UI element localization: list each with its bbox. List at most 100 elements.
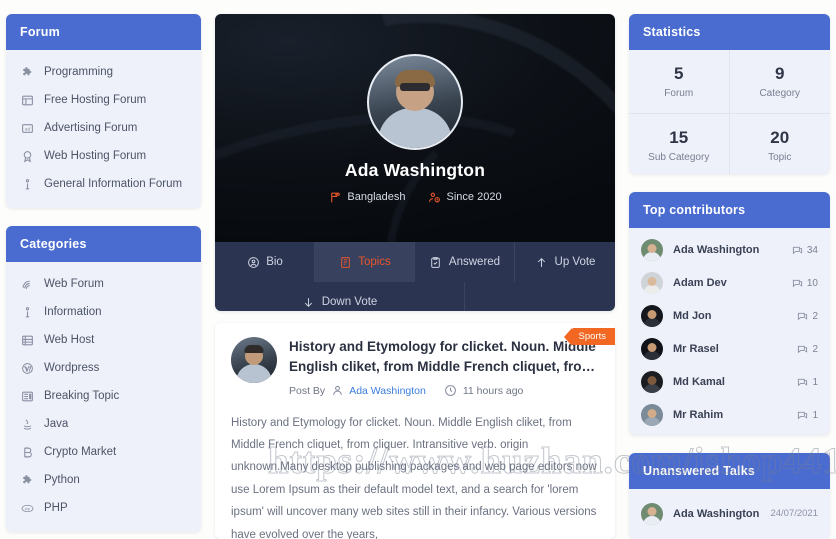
sidebar-item-python[interactable]: Python xyxy=(6,466,201,494)
comment-icon xyxy=(797,344,808,355)
post-body: History and Etymology for clicket. Noun.… xyxy=(231,416,597,539)
sidebar-item-advertising-forum[interactable]: ad Advertising Forum xyxy=(6,114,201,142)
tab-topics[interactable]: Topics xyxy=(315,242,415,282)
arrow-up-icon xyxy=(535,255,549,269)
contributor-count-value: 34 xyxy=(806,244,818,256)
avatar xyxy=(641,404,663,427)
sidebar-item-wordpress[interactable]: Wordpress xyxy=(6,354,201,382)
stat-value: 15 xyxy=(669,128,689,147)
sidebar-item-general-information-forum[interactable]: General Information Forum xyxy=(6,170,201,198)
sidebar-item-label: PHP xyxy=(44,502,68,514)
contributor-name: Md Jon xyxy=(673,310,712,323)
stat-topic: 20 Topic xyxy=(730,114,831,174)
sidebar-item-free-hosting-forum[interactable]: Free Hosting Forum xyxy=(6,86,201,114)
contributor-name: Md Kamal xyxy=(673,376,725,389)
flag-icon xyxy=(328,190,342,204)
list-item[interactable]: Ada Washington 34 xyxy=(629,234,830,267)
forum-panel: Forum Programming Free Hosting Forum ad … xyxy=(6,14,201,208)
profile-since-label: Since 2020 xyxy=(446,191,502,203)
contributor-count-value: 10 xyxy=(806,277,818,289)
contributor-count: 2 xyxy=(797,344,818,355)
contributor-name: Mr Rahim xyxy=(673,409,724,422)
sidebar-item-label: Advertising Forum xyxy=(44,122,138,134)
sidebar-item-php[interactable]: php PHP xyxy=(6,494,201,522)
php-icon: php xyxy=(20,501,34,515)
sidebar-item-crypto-market[interactable]: Crypto Market xyxy=(6,438,201,466)
post-author: Post By Ada Washington xyxy=(289,384,426,398)
sidebar-item-label: Web Forum xyxy=(44,278,104,290)
page-title: Ada Washington xyxy=(344,160,486,180)
tab-down-vote[interactable]: Down Vote xyxy=(215,282,465,312)
unanswered-talks-title: Unanswered Talks xyxy=(629,452,830,489)
post-author-link[interactable]: Ada Washington xyxy=(349,385,426,397)
stat-category: 9 Category xyxy=(729,50,830,114)
contributor-count-value: 1 xyxy=(812,376,818,388)
stat-sub-category: 15 Sub Category xyxy=(629,114,730,174)
contributor-name: Mr Rasel xyxy=(673,343,719,356)
avatar xyxy=(641,371,663,394)
post-header: History and Etymology for clicket. Noun.… xyxy=(231,337,599,397)
left-sidebar: Forum Programming Free Hosting Forum ad … xyxy=(6,14,201,539)
avatar xyxy=(641,338,663,361)
sidebar-item-label: Programming xyxy=(44,66,114,78)
profile-tabs: Bio Topics Answered Up Vote Down Vote xyxy=(215,242,615,312)
sidebar-item-label: Wordpress xyxy=(44,362,100,374)
table-icon xyxy=(20,93,34,107)
news-icon xyxy=(20,389,34,403)
forum-nav-list: Programming Free Hosting Forum ad Advert… xyxy=(6,50,201,208)
tab-up-vote[interactable]: Up Vote xyxy=(515,242,615,282)
tab-label: Topics xyxy=(358,256,391,268)
profile-meta: Bangladesh Since 2020 xyxy=(215,190,615,204)
categories-panel-title: Categories xyxy=(6,226,201,262)
post-meta: Post By Ada Washington 11 hours ago xyxy=(289,384,599,398)
arrow-down-icon xyxy=(302,295,316,309)
list-item[interactable]: Md Kamal 1 xyxy=(629,366,830,399)
avatar xyxy=(367,54,463,150)
stat-value: 9 xyxy=(775,64,785,83)
contributor-count: 10 xyxy=(792,278,818,289)
statistics-panel: Statistics 5 Forum 9 Category 15 Sub Cat… xyxy=(629,14,830,174)
info-icon xyxy=(20,177,34,191)
sidebar-item-web-forum[interactable]: Web Forum xyxy=(6,270,201,298)
sidebar-item-label: Python xyxy=(44,474,80,486)
tab-filler xyxy=(465,282,615,311)
comment-icon xyxy=(797,377,808,388)
java-icon xyxy=(20,417,34,431)
list-item[interactable]: Md Jon 2 xyxy=(629,300,830,333)
tab-answered[interactable]: Answered xyxy=(415,242,515,282)
sidebar-item-label: Crypto Market xyxy=(44,446,117,458)
clipboard-check-icon xyxy=(429,255,443,269)
server-icon xyxy=(20,333,34,347)
sidebar-item-web-host[interactable]: Web Host xyxy=(6,326,201,354)
stat-forum: 5 Forum xyxy=(629,50,730,114)
user-icon xyxy=(330,384,344,398)
right-sidebar: Statistics 5 Forum 9 Category 15 Sub Cat… xyxy=(629,14,830,539)
tab-label: Bio xyxy=(266,256,283,268)
unanswered-talks-panel: Unanswered Talks Ada Washington 24/07/20… xyxy=(629,452,830,539)
sidebar-item-breaking-topic[interactable]: Breaking Topic xyxy=(6,382,201,410)
sidebar-item-programming[interactable]: Programming xyxy=(6,58,201,86)
contributor-count: 34 xyxy=(792,245,818,256)
sidebar-item-information[interactable]: Information xyxy=(6,298,201,326)
wordpress-icon xyxy=(20,361,34,375)
contributor-count-value: 1 xyxy=(812,409,818,421)
list-item[interactable]: Mr Rasel 2 xyxy=(629,333,830,366)
post-title[interactable]: History and Etymology for clicket. Noun.… xyxy=(289,337,599,376)
stat-label: Category xyxy=(759,88,801,99)
list-item[interactable]: Mr Rahim 1 xyxy=(629,399,830,432)
bitcoin-icon xyxy=(20,445,34,459)
sidebar-item-java[interactable]: Java xyxy=(6,410,201,438)
avatar xyxy=(641,502,663,525)
tab-label: Up Vote xyxy=(554,256,596,268)
svg-text:php: php xyxy=(24,506,30,510)
contributor-count: 1 xyxy=(797,377,818,388)
unanswered-talk-name: Ada Washington xyxy=(673,507,760,520)
tab-label: Answered xyxy=(448,256,501,268)
avatar xyxy=(641,272,663,295)
list-item[interactable]: Adam Dev 10 xyxy=(629,267,830,300)
list-item[interactable]: Ada Washington 24/07/2021 xyxy=(629,497,830,531)
profile-card: Ada Washington Bangladesh Since 2020 Bio xyxy=(215,14,615,312)
post-card: Sports History and Etymology for clicket… xyxy=(215,323,615,539)
sidebar-item-web-hosting-forum[interactable]: Web Hosting Forum xyxy=(6,142,201,170)
tab-bio[interactable]: Bio xyxy=(215,242,315,282)
